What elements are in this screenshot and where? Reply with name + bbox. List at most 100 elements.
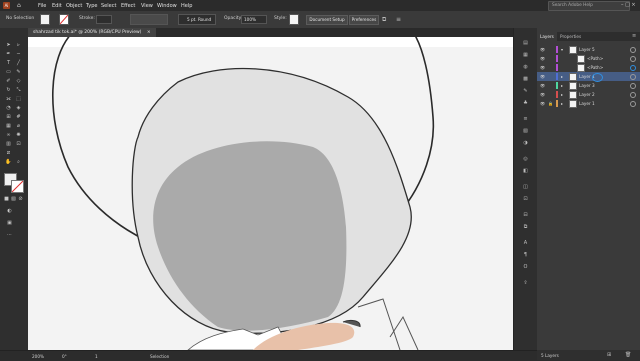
hand-tool-icon[interactable]: ✋ — [5, 159, 12, 166]
preferences-button[interactable]: Preferences — [349, 15, 379, 25]
align-icon[interactable]: ⊟ — [522, 212, 529, 219]
symbol-sprayer-tool-icon[interactable]: ✺ — [15, 132, 22, 139]
layer-row[interactable]: 👁 <Path> — [537, 54, 640, 63]
lock-icon[interactable]: 🔒 — [548, 99, 553, 108]
menu-type[interactable]: Type — [86, 3, 97, 9]
help-search-input[interactable]: Search Adobe Help — [548, 1, 630, 11]
layer-target-icon[interactable] — [630, 65, 636, 71]
layer-name[interactable]: Layer 1 — [579, 99, 595, 108]
home-icon[interactable]: ⌂ — [17, 2, 24, 9]
layer-row[interactable]: 👁 ▸ Layer 2 — [537, 90, 640, 99]
tab-layers[interactable]: Layers — [537, 32, 557, 41]
type-tool-icon[interactable]: T — [5, 60, 12, 67]
opentype-icon[interactable]: O — [522, 264, 529, 271]
free-transform-tool-icon[interactable]: ⬚ — [15, 96, 22, 103]
properties-icon[interactable]: ▤ — [522, 40, 529, 47]
layer-row[interactable]: 👁 <Path> — [537, 63, 640, 72]
layers-icon[interactable]: ◫ — [522, 184, 529, 191]
expand-chevron-icon[interactable]: ▾ — [561, 45, 563, 54]
artboard-tool-icon[interactable]: ⊡ — [15, 141, 22, 148]
opacity-label[interactable]: Opacity: — [224, 16, 243, 21]
stroke-icon[interactable]: ≡ — [522, 116, 529, 123]
brush-definition-field[interactable]: 5 pt. Round — [178, 14, 216, 25]
layer-target-icon[interactable] — [630, 47, 636, 53]
new-layer-icon[interactable]: ⊞ — [607, 352, 611, 358]
brushes-icon[interactable]: ✎ — [522, 88, 529, 95]
layer-name[interactable]: Layer 5 — [579, 45, 595, 54]
layer-name[interactable]: Layer 3 — [579, 81, 595, 90]
layer-target-icon[interactable] — [630, 56, 636, 62]
expand-chevron-icon[interactable]: ▸ — [561, 72, 563, 81]
menu-window[interactable]: Window — [157, 3, 177, 9]
zoom-tool-icon[interactable]: ⌕ — [15, 159, 22, 166]
direct-selection-tool-icon[interactable]: ▹ — [15, 42, 22, 49]
document-tab[interactable]: shahrzad tik tok.ai* @ 200% (RGB/CPU Pre… — [28, 28, 156, 37]
variable-width-field[interactable] — [130, 14, 168, 25]
layer-target-icon[interactable] — [630, 74, 636, 80]
layer-target-icon[interactable] — [630, 83, 636, 89]
delete-layer-icon[interactable]: 🗑 — [625, 352, 631, 358]
document-setup-button[interactable]: Document Setup — [306, 15, 348, 25]
tab-properties[interactable]: Properties — [557, 32, 584, 41]
stroke-weight-field[interactable] — [96, 15, 112, 24]
visibility-eye-icon[interactable]: 👁 — [540, 72, 545, 81]
artboards-icon[interactable]: ⊡ — [522, 196, 529, 203]
layer-target-icon[interactable] — [630, 101, 636, 107]
rotation-angle[interactable]: 0° — [62, 354, 67, 359]
line-tool-icon[interactable]: ╱ — [15, 60, 22, 67]
screen-mode-icon[interactable]: ▣ — [6, 220, 13, 227]
eyedropper-tool-icon[interactable]: ⌀ — [15, 123, 22, 130]
shaper-tool-icon[interactable]: ✐ — [5, 78, 12, 85]
none-mode-icon[interactable]: ⊘ — [17, 196, 24, 203]
perspective-grid-tool-icon[interactable]: ⊞ — [5, 114, 12, 121]
visibility-eye-icon[interactable]: 👁 — [540, 54, 545, 63]
paintbrush-tool-icon[interactable]: ✎ — [15, 69, 22, 76]
more-tools-icon[interactable]: ⋯ — [6, 232, 13, 239]
artboard-number[interactable]: 1 — [95, 354, 98, 359]
menu-edit[interactable]: Edit — [52, 3, 62, 9]
pathfinder-icon[interactable]: ⧉ — [522, 224, 529, 231]
panel-menu-icon[interactable]: ≡ — [632, 33, 636, 39]
selection-tool-icon[interactable]: ➤ — [5, 42, 12, 49]
draw-mode-icon[interactable]: ◐ — [6, 208, 13, 215]
layer-row[interactable]: 👁 ▸ Layer 4 — [537, 72, 640, 82]
live-paint-tool-icon[interactable]: ◈ — [15, 105, 22, 112]
fill-swatch[interactable] — [40, 14, 50, 25]
visibility-eye-icon[interactable]: 👁 — [540, 45, 545, 54]
opacity-field[interactable]: 100% — [241, 15, 267, 24]
graph-tool-icon[interactable]: ▥ — [5, 141, 12, 148]
symbols-icon[interactable]: ♣ — [522, 100, 529, 107]
gradient-icon[interactable]: ▧ — [522, 128, 529, 135]
visibility-eye-icon[interactable]: 👁 — [540, 81, 545, 90]
layer-target-icon[interactable] — [630, 92, 636, 98]
menu-help[interactable]: Help — [181, 3, 192, 9]
visibility-eye-icon[interactable]: 👁 — [540, 90, 545, 99]
shape-builder-tool-icon[interactable]: ◔ — [5, 105, 12, 112]
layer-row[interactable]: 👁 ▸ Layer 3 — [537, 81, 640, 90]
eraser-tool-icon[interactable]: ◇ — [15, 78, 22, 85]
appearance-icon[interactable]: ◎ — [522, 156, 529, 163]
menu-icon[interactable]: ≡ — [396, 16, 403, 23]
layer-row[interactable]: 👁 🔒 ▸ Layer 1 — [537, 99, 640, 108]
blend-tool-icon[interactable]: ∞ — [5, 132, 12, 139]
layer-name[interactable]: <Path> — [587, 63, 603, 72]
curvature-tool-icon[interactable]: ∽ — [15, 51, 22, 58]
arrange-icon[interactable]: ⧉ — [382, 16, 389, 23]
slice-tool-icon[interactable]: ⧄ — [5, 150, 12, 157]
width-tool-icon[interactable]: ⟗ — [5, 96, 12, 103]
libraries-icon[interactable]: ▦ — [522, 52, 529, 59]
pen-tool-icon[interactable]: ✒ — [5, 51, 12, 58]
stroke-color-icon[interactable] — [11, 180, 24, 193]
transparency-icon[interactable]: ◑ — [522, 140, 529, 147]
style-swatch[interactable] — [289, 14, 299, 25]
character-icon[interactable]: A — [522, 240, 529, 247]
menu-effect[interactable]: Effect — [121, 3, 135, 9]
menu-file[interactable]: File — [38, 3, 46, 9]
layer-name[interactable]: Layer 2 — [579, 90, 595, 99]
swatches-icon[interactable]: ▩ — [522, 76, 529, 83]
expand-chevron-icon[interactable]: ▸ — [561, 90, 563, 99]
mesh-tool-icon[interactable]: # — [15, 114, 22, 121]
rotate-tool-icon[interactable]: ↻ — [5, 87, 12, 94]
paragraph-icon[interactable]: ¶ — [522, 252, 529, 259]
asset-export-icon[interactable]: ⇪ — [522, 280, 529, 287]
